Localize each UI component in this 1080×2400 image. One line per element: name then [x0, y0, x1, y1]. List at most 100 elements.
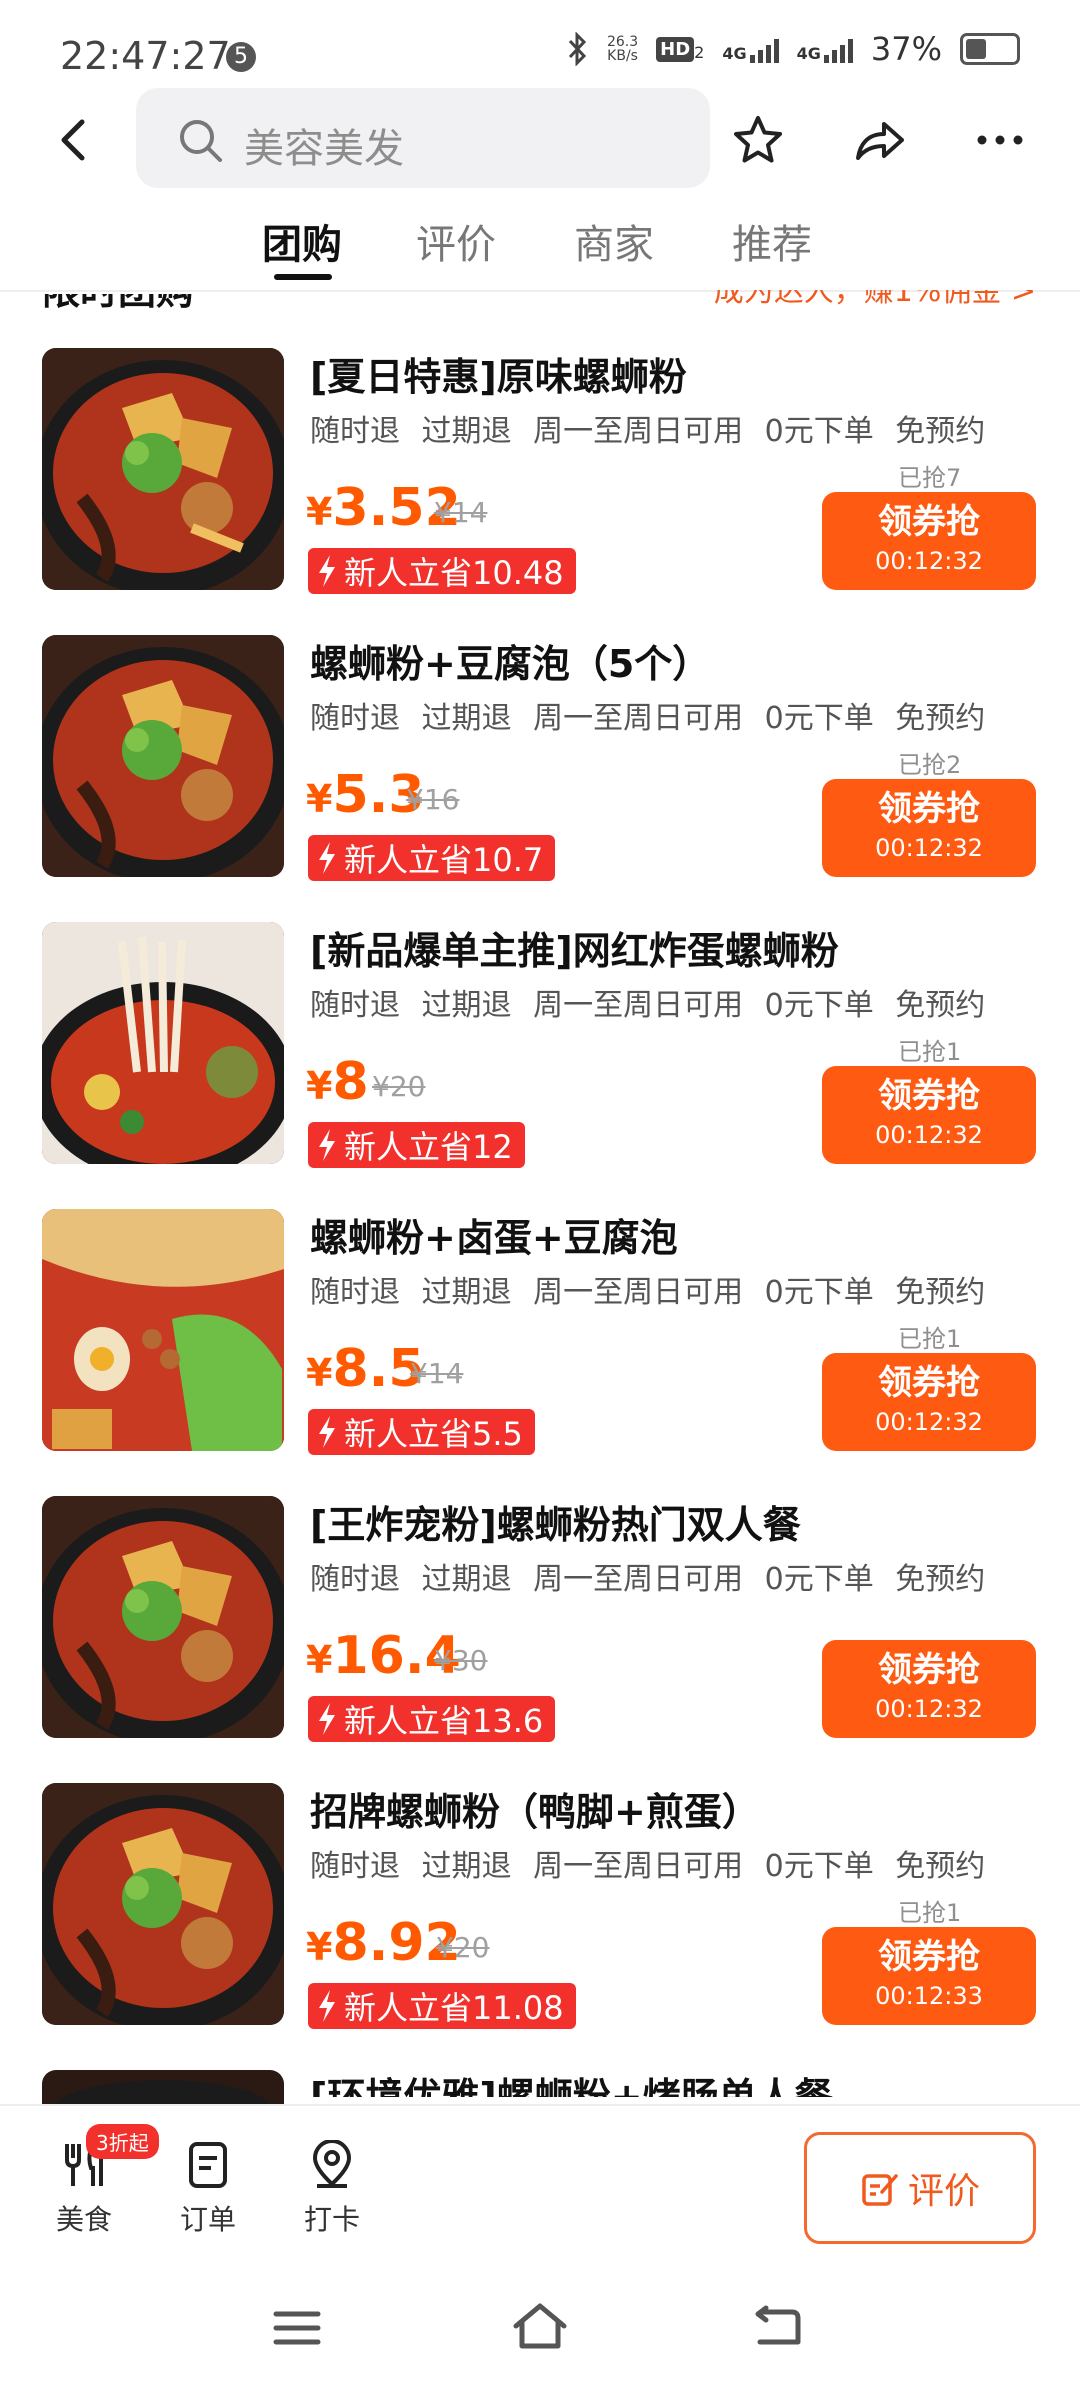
- claim-coupon-button[interactable]: 领券抢 00:12:32: [822, 1066, 1036, 1164]
- signal-bars-icon: [823, 35, 853, 63]
- cta-label: 领券抢: [878, 1937, 980, 1977]
- sold-count: 已抢1: [898, 1325, 962, 1353]
- return-icon[interactable]: [752, 2304, 802, 2350]
- deal-title: [王炸宠粉]螺蛳粉热门双人餐: [310, 1503, 801, 1547]
- original-price: ¥20: [372, 1070, 426, 1103]
- countdown: 00:12:32: [875, 1695, 983, 1723]
- deal-title: 招牌螺蛳粉（鸭脚+煎蛋）: [310, 1790, 760, 1834]
- net-speed-unit: KB/s: [607, 48, 638, 64]
- sold-count: 已抢7: [898, 464, 962, 492]
- back-arrow-icon[interactable]: [48, 114, 100, 166]
- star-icon[interactable]: [730, 112, 786, 168]
- bolt-icon: [319, 842, 335, 874]
- claim-coupon-button[interactable]: 领券抢 00:12:32: [822, 1353, 1036, 1451]
- deal-item[interactable]: [新品爆单主推]网红炸蛋螺蛳粉 随时退 过期退 周一至周日可用 0元下单 免预约…: [0, 922, 1080, 1209]
- dish-image: [42, 922, 284, 1164]
- deal-tags: 随时退 过期退 周一至周日可用 0元下单 免预约: [310, 1849, 986, 1884]
- bolt-icon: [319, 1990, 335, 2022]
- deal-tags: 随时退 过期退 周一至周日可用 0元下单 免预约: [310, 988, 986, 1023]
- claim-coupon-button[interactable]: 领券抢 00:12:32: [822, 1640, 1036, 1738]
- order-icon: [189, 2142, 227, 2188]
- hd-indicator: HD 2: [656, 36, 704, 62]
- bolt-icon: [319, 555, 335, 587]
- save-text: 新人立省11.08: [344, 1989, 564, 2027]
- location-pin-icon: [312, 2139, 352, 2188]
- home-icon[interactable]: [510, 2300, 570, 2352]
- countdown: 00:12:32: [875, 1121, 983, 1149]
- dish-image: [42, 1209, 284, 1451]
- currency-symbol: ¥: [306, 1064, 333, 1108]
- notification-count: 5: [226, 42, 256, 72]
- cta-label: 领券抢: [878, 789, 980, 829]
- currency-symbol: ¥: [306, 1925, 333, 1969]
- save-text: 新人立省13.6: [344, 1702, 544, 1740]
- net-type-2: 4G: [796, 44, 821, 63]
- search-placeholder: 美容美发: [244, 126, 404, 172]
- battery-percent: 37%: [870, 30, 942, 68]
- deal-tags: 随时退 过期退 周一至周日可用 0元下单 免预约: [310, 1275, 986, 1310]
- deal-title: [夏日特惠]原味螺蛳粉: [310, 355, 687, 399]
- status-icons: 26.3 KB/s HD 2 4G 4G 37%: [567, 30, 1020, 68]
- claim-coupon-button[interactable]: 领券抢 00:12:32: [822, 492, 1036, 590]
- bolt-icon: [319, 1129, 335, 1161]
- bolt-icon: [319, 1703, 335, 1735]
- original-price: ¥14: [410, 1357, 464, 1390]
- currency-symbol: ¥: [306, 777, 333, 821]
- currency-symbol: ¥: [306, 490, 333, 534]
- countdown: 00:12:32: [875, 547, 983, 575]
- tab-bar: 团购 评价 商家 推荐: [0, 196, 1080, 290]
- tab-group-buy[interactable]: 团购: [262, 212, 342, 270]
- search-icon: [180, 120, 222, 162]
- dish-image: [42, 348, 284, 590]
- review-label: 评价: [907, 2171, 980, 2212]
- dish-image: [42, 2070, 284, 2104]
- countdown: 00:12:32: [875, 834, 983, 862]
- save-text: 新人立省10.48: [344, 554, 564, 592]
- nav-orders[interactable]: 订单: [158, 2140, 258, 2238]
- cta-label: 领券抢: [878, 1650, 980, 1690]
- nav-food-label: 美食: [55, 2203, 112, 2236]
- price-value: 8: [332, 1052, 369, 1112]
- deal-tags: 随时退 过期退 周一至周日可用 0元下单 免预约: [310, 701, 986, 736]
- share-icon[interactable]: [852, 112, 908, 168]
- deal-item[interactable]: 螺蛳粉+豆腐泡（5个） 随时退 过期退 周一至周日可用 0元下单 免预约 已抢2…: [0, 635, 1080, 922]
- newcomer-save-badge: 新人立省12: [308, 1122, 525, 1168]
- save-text: 新人立省12: [344, 1128, 513, 1166]
- tab-reviews[interactable]: 评价: [416, 212, 496, 270]
- net-speed-value: 26.3: [606, 34, 639, 50]
- newcomer-save-badge: 新人立省10.48: [308, 548, 576, 594]
- deal-item[interactable]: 螺蛳粉+卤蛋+豆腐泡 随时退 过期退 周一至周日可用 0元下单 免预约 已抢1 …: [0, 1209, 1080, 1496]
- deal-item[interactable]: [夏日特惠]原味螺蛳粉 随时退 过期退 周一至周日可用 0元下单 免预约 已抢7…: [0, 348, 1080, 635]
- claim-coupon-button[interactable]: 领券抢 00:12:33: [822, 1927, 1036, 2025]
- sold-count: 已抢1: [898, 1038, 962, 1066]
- deal-price: ¥8.5: [306, 1339, 425, 1399]
- search-bar[interactable]: 美容美发: [136, 88, 710, 188]
- tab-recommend[interactable]: 推荐: [732, 212, 812, 270]
- sold-count: 已抢2: [898, 751, 962, 779]
- deal-title: 螺蛳粉+卤蛋+豆腐泡: [310, 1216, 678, 1260]
- net-speed: 26.3 KB/s: [607, 35, 638, 63]
- system-nav-bar: [0, 2264, 1080, 2400]
- signal-2: 4G: [797, 35, 853, 63]
- discount-badge: 3折起: [86, 2124, 159, 2159]
- more-icon[interactable]: [972, 112, 1028, 168]
- menu-icon[interactable]: [272, 2308, 322, 2348]
- nav-checkin[interactable]: 打卡: [282, 2139, 382, 2238]
- dish-image: [42, 1783, 284, 2025]
- deal-item[interactable]: [王炸宠粉]螺蛳粉热门双人餐 随时退 过期退 周一至周日可用 0元下单 免预约 …: [0, 1496, 1080, 1783]
- deal-tags: 随时退 过期退 周一至周日可用 0元下单 免预约: [310, 414, 986, 449]
- countdown: 00:12:33: [875, 1982, 983, 2010]
- newcomer-save-badge: 新人立省11.08: [308, 1983, 576, 2029]
- deal-price: ¥8: [306, 1052, 369, 1112]
- newcomer-save-badge: 新人立省10.7: [308, 835, 556, 881]
- status-bar: 22:47:27 5 26.3 KB/s HD 2 4G 4G 37%: [0, 0, 1080, 86]
- tab-merchant[interactable]: 商家: [574, 212, 654, 270]
- claim-coupon-button[interactable]: 领券抢 00:12:32: [822, 779, 1036, 877]
- bluetooth-icon: [568, 32, 587, 66]
- write-review-button[interactable]: 评价: [804, 2132, 1036, 2244]
- deal-item[interactable]: 招牌螺蛳粉（鸭脚+煎蛋） 随时退 过期退 周一至周日可用 0元下单 免预约 已抢…: [0, 1783, 1080, 2070]
- bolt-icon: [319, 1416, 335, 1448]
- nav-orders-label: 订单: [179, 2203, 236, 2236]
- edit-icon: [862, 2174, 898, 2206]
- nav-checkin-label: 打卡: [303, 2203, 360, 2236]
